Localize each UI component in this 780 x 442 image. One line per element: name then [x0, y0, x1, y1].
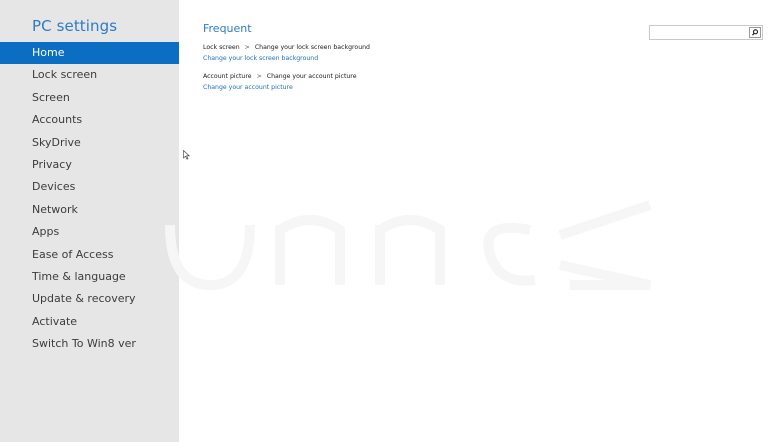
mouse-cursor-icon [183, 150, 190, 160]
sidebar-item-lock-screen[interactable]: Lock screen [0, 64, 179, 86]
frequent-item: Lock screen > Change your lock screen back… [203, 43, 370, 63]
frequent-description: Change your lock screen background [254, 44, 370, 51]
sidebar-item-switch-win8[interactable]: Switch To Win8 ver [0, 333, 179, 355]
frequent-item: Account picture > Change your account pict… [203, 72, 357, 92]
search-input[interactable] [650, 26, 749, 39]
search-button[interactable] [749, 27, 761, 38]
chevron-right-icon: > [244, 44, 250, 51]
section-title-frequent: Frequent [203, 22, 252, 35]
sidebar-item-devices[interactable]: Devices [0, 176, 179, 198]
frequent-category: Lock screen [203, 44, 240, 51]
pc-settings-window: PC settings Home Lock screen Screen Acco… [0, 0, 780, 442]
frequent-link[interactable]: Change your lock screen background [203, 54, 370, 63]
app-title: PC settings [32, 17, 118, 35]
frequent-path: Account picture > Change your account pict… [203, 72, 357, 81]
frequent-path: Lock screen > Change your lock screen back… [203, 43, 370, 52]
sidebar-item-network[interactable]: Network [0, 199, 179, 221]
sidebar-item-privacy[interactable]: Privacy [0, 154, 179, 176]
frequent-link[interactable]: Change your account picture [203, 83, 357, 92]
search-box [649, 25, 763, 40]
sidebar-item-activate[interactable]: Activate [0, 311, 179, 333]
sidebar-item-accounts[interactable]: Accounts [0, 109, 179, 131]
sidebar-item-ease-of-access[interactable]: Ease of Access [0, 244, 179, 266]
frequent-description: Change your account picture [266, 73, 357, 80]
search-icon [752, 29, 759, 36]
sidebar-item-screen[interactable]: Screen [0, 87, 179, 109]
sidebar-item-home[interactable]: Home [0, 42, 179, 65]
sidebar-item-update-recovery[interactable]: Update & recovery [0, 288, 179, 310]
sidebar-item-time-language[interactable]: Time & language [0, 266, 179, 288]
sidebar: PC settings Home Lock screen Screen Acco… [0, 0, 179, 442]
main-content: Frequent Lock screen > Change your lock sc… [179, 0, 780, 442]
frequent-category: Account picture [203, 73, 252, 80]
sidebar-item-skydrive[interactable]: SkyDrive [0, 132, 179, 154]
chevron-right-icon: > [256, 73, 262, 80]
sidebar-nav: Home Lock screen Screen Accounts SkyDriv… [0, 42, 179, 355]
sidebar-item-apps[interactable]: Apps [0, 221, 179, 243]
